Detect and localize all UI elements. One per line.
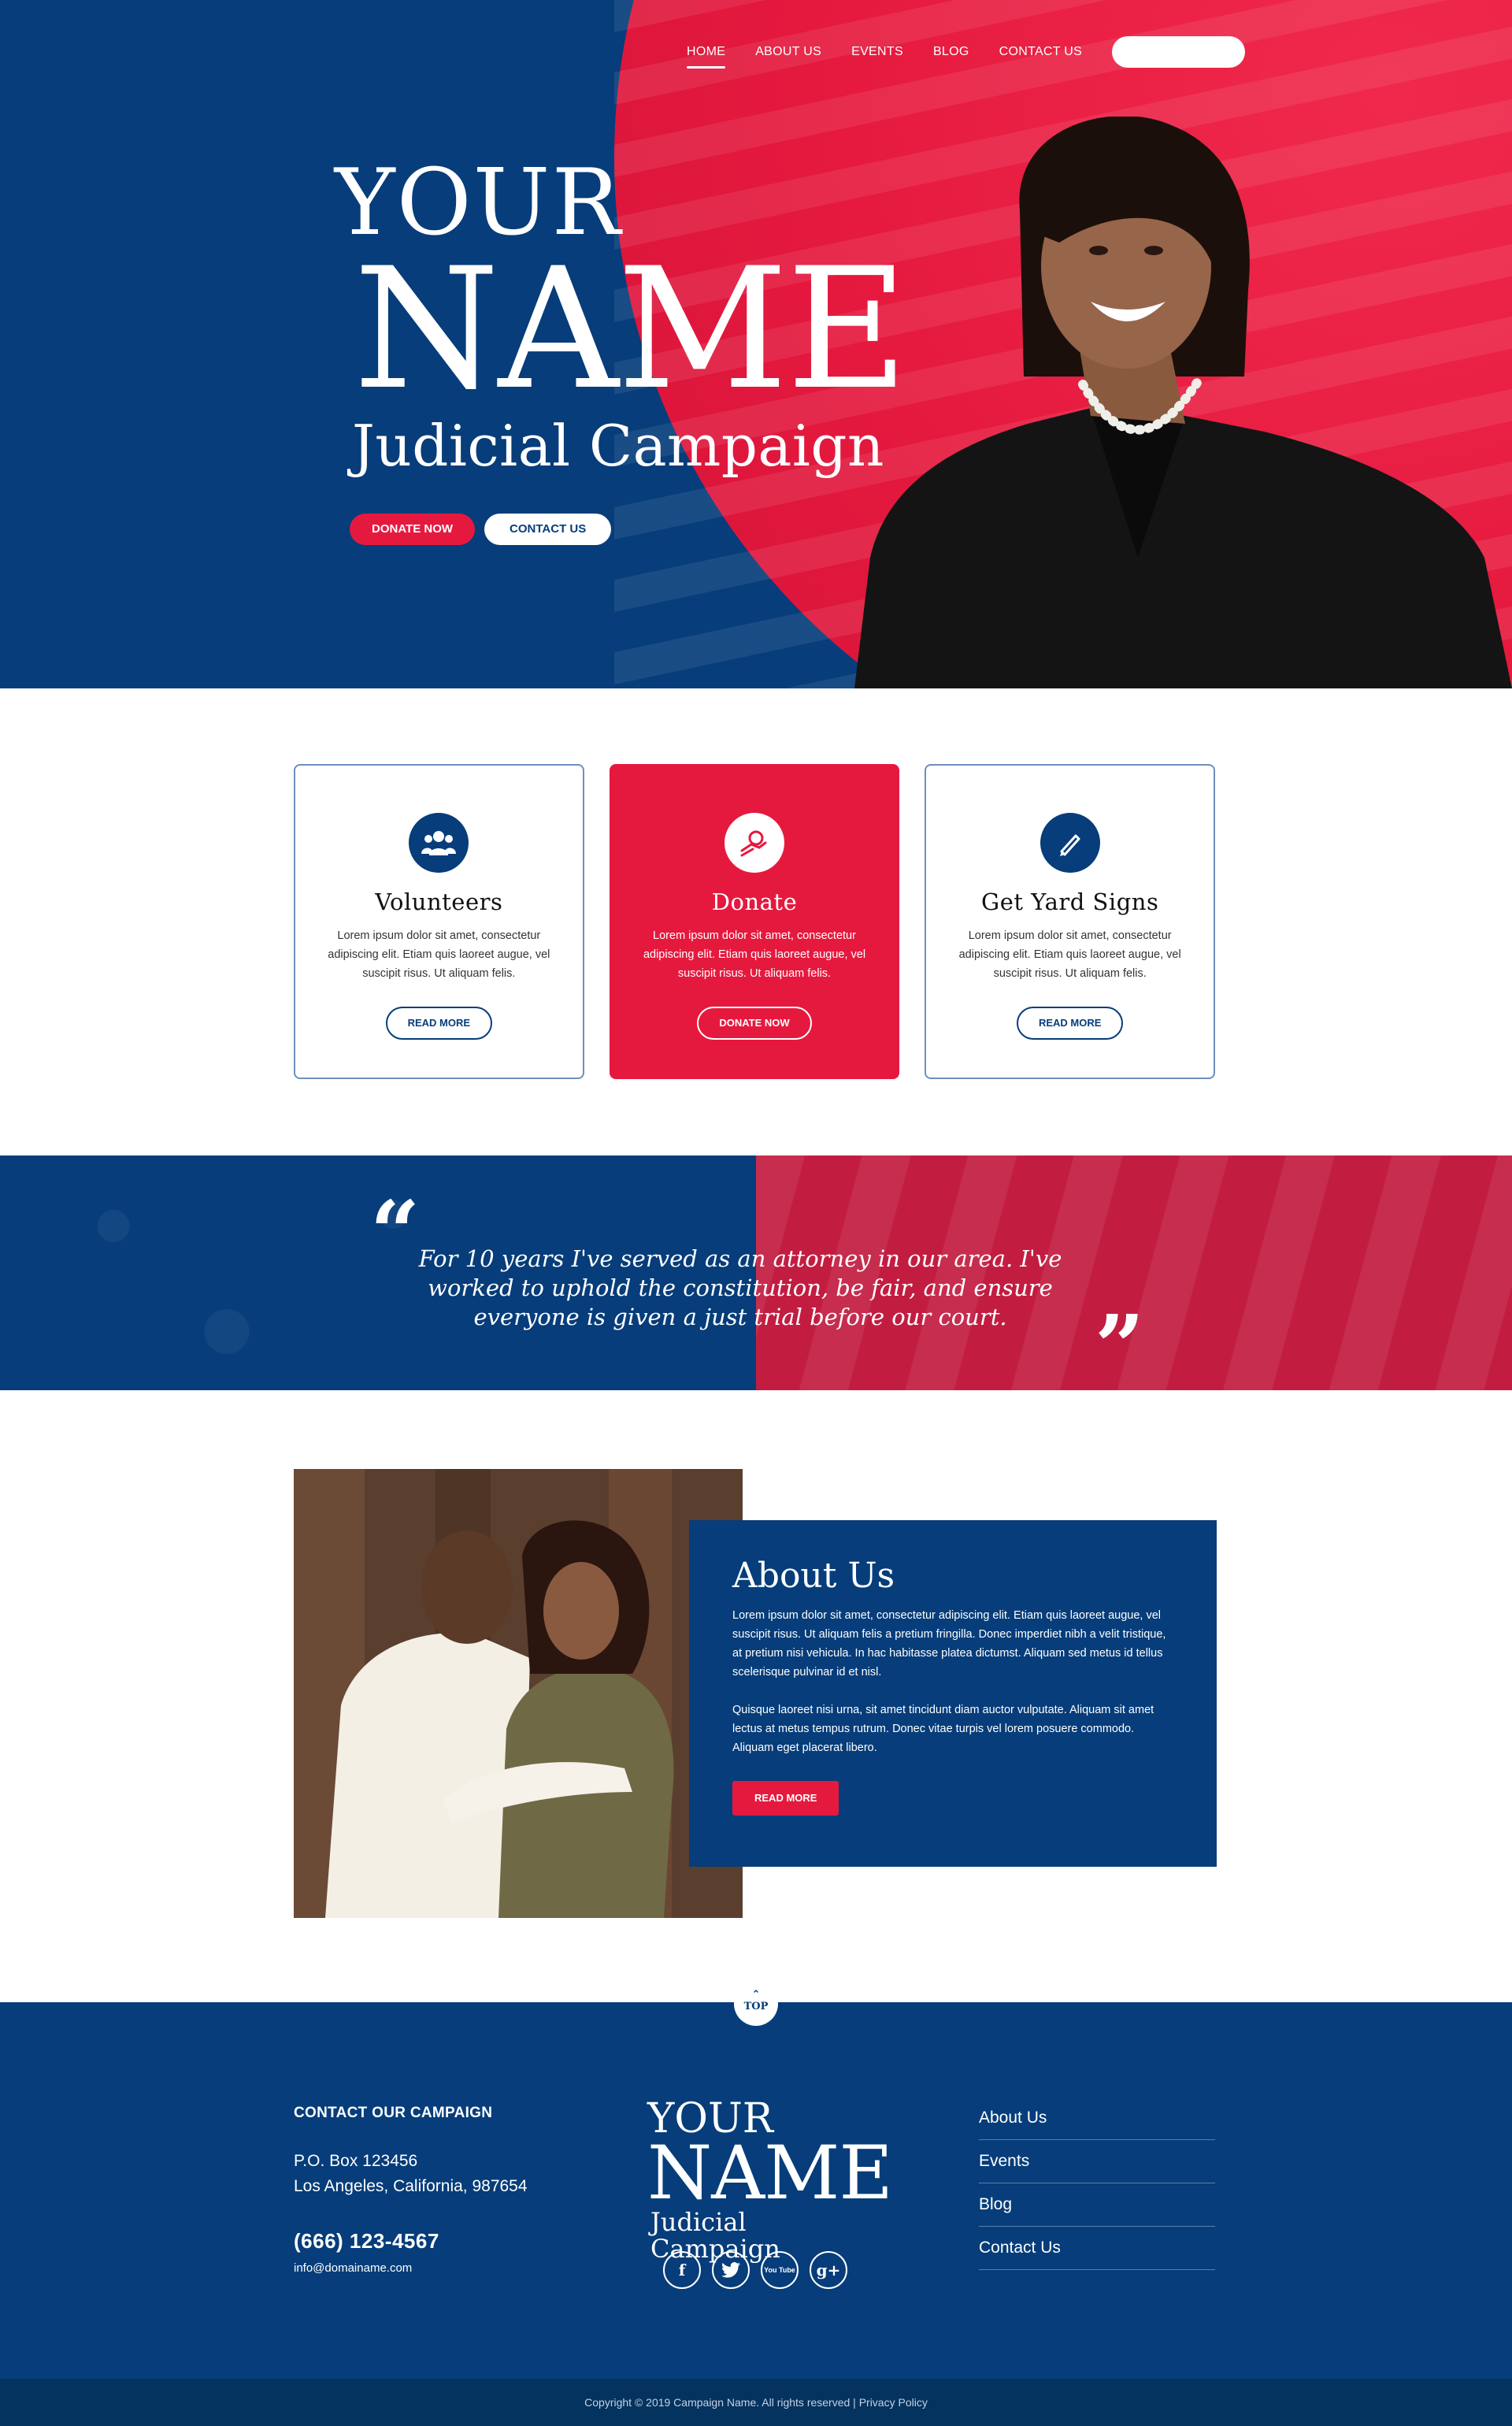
- footer-logo: YOUR NAME Judicial Campaign: [647, 2098, 893, 2262]
- nav-blog[interactable]: BLOG: [933, 45, 969, 59]
- card-donate: Donate Lorem ipsum dolor sit amet, conse…: [609, 764, 900, 1079]
- footer: CONTACT OUR CAMPAIGN P.O. Box 123456 Los…: [0, 2002, 1512, 2379]
- footer-contact: CONTACT OUR CAMPAIGN P.O. Box 123456 Los…: [294, 2105, 528, 2275]
- google-plus-icon[interactable]: g+: [810, 2251, 847, 2289]
- close-quote-icon: ”: [1095, 1296, 1145, 1397]
- footer-link-events[interactable]: Events: [979, 2140, 1215, 2183]
- footer-address-line2: Los Angeles, California, 987654: [294, 2177, 528, 2195]
- chevron-up-icon: ⌃: [751, 1988, 761, 2000]
- candidate-photo: [854, 117, 1512, 688]
- about-title: About Us: [732, 1556, 895, 1596]
- yard-signs-read-more-button[interactable]: READ MORE: [1016, 1007, 1124, 1040]
- hero-title-line2: NAME: [354, 232, 908, 426]
- youtube-icon[interactable]: You Tube: [761, 2251, 799, 2289]
- copyright-bar: Copyright © 2019 Campaign Name. All righ…: [0, 2379, 1512, 2426]
- card-yard-signs: Get Yard Signs Lorem ipsum dolor sit ame…: [925, 764, 1216, 1079]
- nav-donate-button[interactable]: DONATE NOW: [1112, 36, 1246, 68]
- about-read-more-button[interactable]: READ MORE: [732, 1781, 839, 1816]
- card-title: Get Yard Signs: [981, 888, 1159, 915]
- main-nav: HOME ABOUT US EVENTS BLOG CONTACT US DON…: [687, 35, 1275, 69]
- top-label: TOP: [743, 2001, 769, 2012]
- nav-contact-us[interactable]: CONTACT US: [999, 45, 1083, 59]
- footer-email[interactable]: info@domainame.com: [294, 2261, 528, 2275]
- donate-now-button[interactable]: DONATE NOW: [697, 1007, 812, 1040]
- footer-logo-line2: NAME: [647, 2131, 893, 2216]
- card-volunteers: Volunteers Lorem ipsum dolor sit amet, c…: [294, 764, 584, 1079]
- card-text: Lorem ipsum dolor sit amet, consectetur …: [643, 929, 866, 980]
- footer-address-line1: P.O. Box 123456: [294, 2152, 418, 2170]
- hero-title: YOUR NAME Judicial Campaign: [335, 158, 908, 479]
- volunteers-read-more-button[interactable]: READ MORE: [385, 1007, 493, 1040]
- card-title: Donate: [711, 888, 798, 915]
- hero-section: HOME ABOUT US EVENTS BLOG CONTACT US DON…: [0, 0, 1512, 688]
- feature-cards: Volunteers Lorem ipsum dolor sit amet, c…: [294, 764, 1216, 1079]
- hero-donate-button[interactable]: DONATE NOW: [350, 514, 476, 545]
- footer-contact-heading: CONTACT OUR CAMPAIGN: [294, 2105, 493, 2121]
- nav-about-us[interactable]: ABOUT US: [755, 45, 821, 59]
- about-box: About Us Lorem ipsum dolor sit amet, con…: [689, 1520, 1217, 1867]
- twitter-icon[interactable]: [712, 2251, 750, 2289]
- card-text: Lorem ipsum dolor sit amet, consectetur …: [958, 929, 1181, 980]
- footer-phone: (666) 123-4567: [294, 2229, 439, 2253]
- back-to-top-button[interactable]: ⌃ TOP: [734, 1982, 778, 2026]
- nav-home[interactable]: HOME: [687, 45, 726, 69]
- donate-hand-icon: [724, 813, 784, 873]
- card-text: Lorem ipsum dolor sit amet, consectetur …: [328, 929, 550, 980]
- footer-links: About Us Events Blog Contact Us: [979, 2097, 1215, 2270]
- footer-link-blog[interactable]: Blog: [979, 2183, 1215, 2227]
- hero-contact-button[interactable]: CONTACT US: [484, 514, 612, 545]
- about-paragraph-1: Lorem ipsum dolor sit amet, consectetur …: [732, 1609, 1166, 1679]
- nav-events[interactable]: EVENTS: [851, 45, 903, 59]
- quote-text: For 10 years I've served as an attorney …: [418, 1245, 1062, 1330]
- about-paragraph-2: Quisque laoreet nisi urna, sit amet tinc…: [732, 1704, 1154, 1754]
- about-photo: [294, 1469, 743, 1918]
- facebook-icon[interactable]: f: [663, 2251, 701, 2289]
- social-links: f You Tube g+: [663, 2251, 847, 2289]
- pencil-sign-icon: [1040, 813, 1100, 873]
- people-icon: [409, 813, 469, 873]
- footer-link-about-us[interactable]: About Us: [979, 2097, 1215, 2140]
- footer-link-contact-us[interactable]: Contact Us: [979, 2227, 1215, 2270]
- hero-subtitle: Judicial Campaign: [352, 413, 884, 479]
- card-title: Volunteers: [375, 888, 503, 915]
- hero-buttons: DONATE NOW CONTACT US: [350, 514, 612, 545]
